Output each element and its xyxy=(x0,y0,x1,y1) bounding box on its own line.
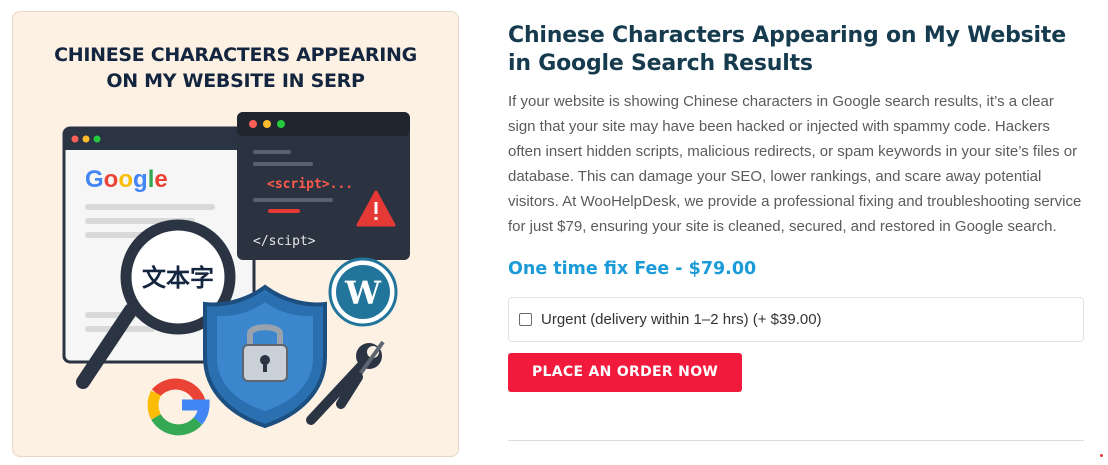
urgent-addon-checkbox[interactable] xyxy=(519,313,532,326)
urgent-addon-option[interactable]: Urgent (delivery within 1–2 hrs) (+ $39.… xyxy=(508,297,1084,342)
wordpress-icon: W xyxy=(328,257,398,327)
hero-title-line2: ON MY WEBSITE IN SERP xyxy=(106,70,365,92)
magnifier-chinese-text: 文本字 xyxy=(142,264,214,292)
product-price: One time fix Fee - $79.00 xyxy=(508,259,757,279)
browser-google-text: Google xyxy=(85,166,168,193)
product-description: If your website is showing Chinese chara… xyxy=(508,93,1082,235)
product-image: Google <script>... </scipt> 文本字 W CHINES… xyxy=(12,11,459,457)
code-script-open: <script>... xyxy=(267,177,353,192)
divider xyxy=(508,440,1084,441)
urgent-addon-label[interactable]: Urgent (delivery within 1–2 hrs) (+ $39.… xyxy=(541,311,822,328)
place-order-button[interactable]: PLACE AN ORDER NOW xyxy=(508,353,743,392)
product-title: Chinese Characters Appearing on My Websi… xyxy=(508,23,1066,76)
google-logo-icon xyxy=(147,378,210,436)
decorative-dot xyxy=(1100,454,1103,457)
code-window-illustration: <script>... </scipt> xyxy=(237,112,410,260)
hero-title: CHINESE CHARACTERS APPEARING ON MY WEBSI… xyxy=(13,42,458,94)
shield-lock-icon xyxy=(203,284,327,429)
hero-title-line1: CHINESE CHARACTERS APPEARING xyxy=(54,44,417,66)
svg-text:W: W xyxy=(344,274,382,312)
product-summary: Chinese Characters Appearing on My Websi… xyxy=(508,22,1086,392)
code-script-close: </scipt> xyxy=(253,234,316,249)
